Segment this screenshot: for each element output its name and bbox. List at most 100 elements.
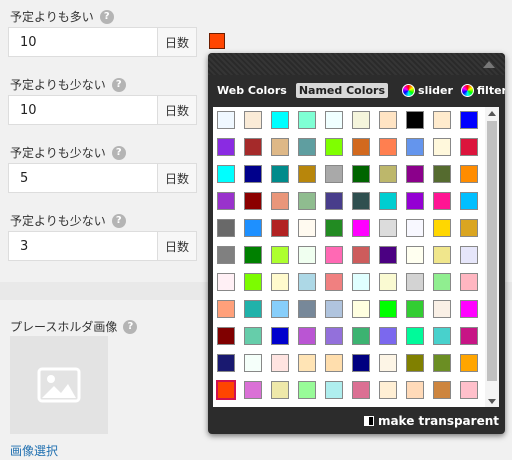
color-cell[interactable] [379,327,397,345]
color-cell[interactable] [433,192,451,210]
color-cell[interactable] [460,273,478,291]
slider-button[interactable]: slider [402,83,453,97]
color-cell[interactable] [325,300,343,318]
color-cell[interactable] [244,273,262,291]
color-grid-scrollbar[interactable] [485,107,499,407]
color-cell[interactable] [217,327,235,345]
color-cell[interactable] [460,219,478,237]
color-cell[interactable] [460,165,478,183]
color-cell[interactable] [244,192,262,210]
color-cell[interactable] [433,354,451,372]
color-cell[interactable] [352,219,370,237]
color-cell[interactable] [352,246,370,264]
help-icon[interactable]: ? [111,145,126,160]
days-value[interactable]: 3 [9,232,157,260]
color-cell[interactable] [460,246,478,264]
color-cell[interactable] [244,381,262,399]
color-cell[interactable] [325,192,343,210]
color-cell[interactable] [406,219,424,237]
days-input[interactable]: 3 日数 [8,231,197,261]
color-cell[interactable] [352,354,370,372]
color-cell[interactable] [298,219,316,237]
color-cell[interactable] [352,192,370,210]
make-transparent-button[interactable]: make transparent [363,414,499,428]
color-cell[interactable] [325,273,343,291]
color-cell[interactable] [433,273,451,291]
color-cell[interactable] [352,138,370,156]
color-cell[interactable] [433,246,451,264]
color-cell[interactable] [406,327,424,345]
color-cell[interactable] [217,273,235,291]
color-cell[interactable] [433,111,451,129]
color-cell[interactable] [460,138,478,156]
color-cell[interactable] [271,300,289,318]
color-cell[interactable] [352,300,370,318]
color-cell[interactable] [216,380,236,400]
tab-web-colors[interactable]: Web Colors [214,83,290,98]
color-cell[interactable] [271,111,289,129]
days-value[interactable]: 10 [9,28,157,56]
color-cell[interactable] [217,246,235,264]
color-cell[interactable] [406,300,424,318]
filter-button[interactable]: filter [460,83,505,97]
color-cell[interactable] [244,246,262,264]
color-cell[interactable] [271,273,289,291]
color-cell[interactable] [379,111,397,129]
color-cell[interactable] [406,192,424,210]
color-cell[interactable] [244,327,262,345]
color-cell[interactable] [244,300,262,318]
color-cell[interactable] [379,381,397,399]
color-cell[interactable] [460,192,478,210]
color-cell[interactable] [433,327,451,345]
color-cell[interactable] [352,165,370,183]
color-cell[interactable] [460,354,478,372]
placeholder-image-preview[interactable] [10,336,108,434]
color-cell[interactable] [271,327,289,345]
color-cell[interactable] [298,300,316,318]
color-cell[interactable] [379,354,397,372]
color-cell[interactable] [460,381,478,399]
days-input[interactable]: 10 日数 [8,27,197,57]
color-cell[interactable] [298,381,316,399]
help-icon[interactable]: ? [111,213,126,228]
color-cell[interactable] [406,273,424,291]
color-cell[interactable] [217,300,235,318]
color-cell[interactable] [460,327,478,345]
days-input[interactable]: 10 日数 [8,95,197,125]
color-cell[interactable] [352,111,370,129]
color-cell[interactable] [244,354,262,372]
tab-named-colors[interactable]: Named Colors [295,82,389,98]
color-cell[interactable] [406,246,424,264]
color-cell[interactable] [379,138,397,156]
color-cell[interactable] [325,111,343,129]
color-cell[interactable] [298,138,316,156]
color-cell[interactable] [325,165,343,183]
color-cell[interactable] [217,138,235,156]
color-cell[interactable] [217,192,235,210]
color-cell[interactable] [379,300,397,318]
color-cell[interactable] [352,327,370,345]
color-cell[interactable] [244,138,262,156]
color-cell[interactable] [298,354,316,372]
color-cell[interactable] [271,165,289,183]
color-cell[interactable] [271,219,289,237]
help-icon[interactable]: ? [111,77,126,92]
color-cell[interactable] [433,138,451,156]
color-cell[interactable] [406,354,424,372]
scroll-down-icon[interactable] [485,395,499,407]
color-cell[interactable] [244,219,262,237]
color-cell[interactable] [271,138,289,156]
color-cell[interactable] [271,354,289,372]
color-cell[interactable] [433,381,451,399]
color-cell[interactable] [298,246,316,264]
color-cell[interactable] [325,138,343,156]
color-cell[interactable] [352,273,370,291]
color-cell[interactable] [298,165,316,183]
color-cell[interactable] [379,165,397,183]
color-cell[interactable] [379,246,397,264]
color-cell[interactable] [379,219,397,237]
color-cell[interactable] [298,111,316,129]
color-cell[interactable] [325,219,343,237]
days-value[interactable]: 5 [9,164,157,192]
picker-drag-handle[interactable] [208,53,505,75]
